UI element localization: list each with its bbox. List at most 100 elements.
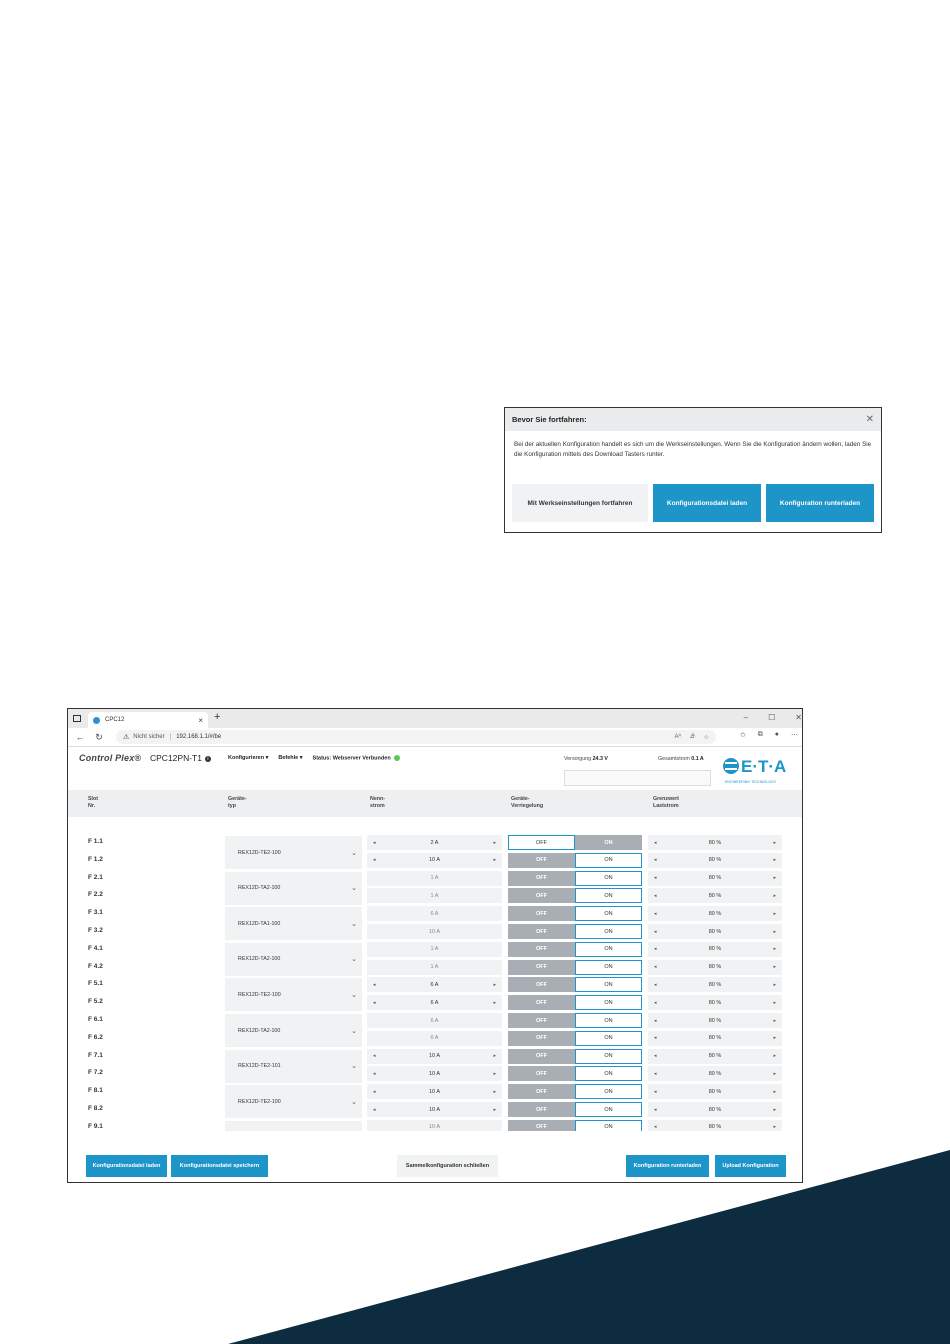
arrow-right-icon[interactable]: ▸ (493, 1071, 496, 1077)
arrow-left-icon[interactable]: ◂ (654, 1053, 657, 1059)
arrow-left-icon[interactable]: ◂ (373, 1053, 376, 1059)
device-type-select[interactable]: REX12D-TA2-100 ⌄ (225, 942, 362, 976)
lock-off-option[interactable]: OFF (508, 977, 575, 993)
chevron-down-icon[interactable]: ⌄ (351, 991, 357, 999)
arrow-right-icon[interactable]: ▸ (773, 929, 776, 935)
device-type-select[interactable]: REX12D-TE2-100 ⌄ (225, 978, 362, 1012)
arrow-right-icon[interactable]: ▸ (493, 1053, 496, 1059)
rated-current-stepper[interactable]: ◂ 10 A ▸ (367, 1084, 502, 1100)
lock-off-option[interactable]: OFF (508, 870, 575, 886)
arrow-left-icon[interactable]: ◂ (373, 857, 376, 863)
device-type-select[interactable]: REX12D-TA2-100 ⌄ (225, 871, 362, 905)
arrow-left-icon[interactable]: ◂ (654, 964, 657, 970)
arrow-right-icon[interactable]: ▸ (773, 1124, 776, 1130)
arrow-right-icon[interactable]: ▸ (773, 893, 776, 899)
device-lock-toggle[interactable]: OFF ON (508, 1030, 642, 1046)
arrow-left-icon[interactable]: ◂ (373, 1089, 376, 1095)
window-close-icon[interactable]: ✕ (795, 713, 802, 722)
device-lock-toggle[interactable]: OFF ON (508, 995, 642, 1011)
arrow-right-icon[interactable]: ▸ (773, 911, 776, 917)
rated-current-stepper[interactable]: ◂ 10 A ▸ (367, 1102, 502, 1117)
arrow-right-icon[interactable]: ▸ (773, 1089, 776, 1095)
lock-on-option[interactable]: ON (575, 995, 642, 1011)
lock-off-option[interactable]: OFF (508, 1066, 575, 1082)
rated-current-stepper[interactable]: ◂ 10 A ▸ (367, 1048, 502, 1064)
chevron-down-icon[interactable]: ⌄ (351, 884, 357, 892)
arrow-right-icon[interactable]: ▸ (773, 1107, 776, 1113)
load-limit-stepper[interactable]: ◂ 80 % ▸ (648, 835, 782, 850)
tab-actions-icon[interactable] (73, 715, 81, 722)
load-limit-stepper[interactable]: ◂ 80 % ▸ (648, 1084, 782, 1100)
factory-settings-button[interactable]: Mit Werkseinstellungen fortfahren (512, 484, 648, 522)
chevron-down-icon[interactable]: ⌄ (351, 1062, 357, 1070)
load-limit-stepper[interactable]: ◂ 80 % ▸ (648, 1119, 782, 1131)
device-lock-toggle[interactable]: OFF ON (508, 906, 642, 922)
url-field[interactable]: ⚠ Nicht sicher | 192.168.1.1/#/be Aᴬ Ꭿ ☆ (116, 730, 716, 744)
menu-commands[interactable]: Befehle ▾ (278, 755, 302, 761)
arrow-right-icon[interactable]: ▸ (773, 857, 776, 863)
load-config-file-button[interactable]: Konfigurationsdatei laden (86, 1155, 167, 1177)
rated-current-stepper[interactable]: ◂ 10 A ▸ (367, 1066, 502, 1082)
lock-on-option[interactable]: ON (575, 888, 642, 904)
save-config-file-button[interactable]: Konfigurationsdatei speichern (171, 1155, 268, 1177)
device-type-select[interactable]: REX12D-TA2-100 ⌄ (225, 1014, 362, 1047)
device-lock-toggle[interactable]: OFF ON (508, 1013, 642, 1028)
load-limit-stepper[interactable]: ◂ 80 % ▸ (648, 870, 782, 886)
lock-off-option[interactable]: OFF (508, 924, 575, 939)
arrow-left-icon[interactable]: ◂ (654, 946, 657, 952)
device-lock-toggle[interactable]: OFF ON (508, 852, 642, 868)
chevron-down-icon[interactable]: ⌄ (351, 1027, 357, 1035)
lock-on-option[interactable]: ON (575, 906, 642, 922)
arrow-left-icon[interactable]: ◂ (654, 911, 657, 917)
menu-configure[interactable]: Konfigurieren ▾ (228, 755, 268, 761)
arrow-left-icon[interactable]: ◂ (654, 893, 657, 899)
rated-current-stepper[interactable]: ◂ 6 A ▸ (367, 995, 502, 1011)
lock-off-option[interactable]: OFF (508, 959, 575, 975)
lock-off-option[interactable]: OFF (508, 941, 575, 957)
more-icon[interactable]: ⋯ (791, 731, 798, 739)
load-limit-stepper[interactable]: ◂ 80 % ▸ (648, 1102, 782, 1117)
load-limit-stepper[interactable]: ◂ 80 % ▸ (648, 1030, 782, 1046)
load-limit-stepper[interactable]: ◂ 80 % ▸ (648, 977, 782, 993)
arrow-right-icon[interactable]: ▸ (493, 840, 496, 846)
lock-on-option[interactable]: ON (575, 977, 642, 993)
load-limit-stepper[interactable]: ◂ 80 % ▸ (648, 924, 782, 939)
load-limit-stepper[interactable]: ◂ 80 % ▸ (648, 1066, 782, 1082)
lock-on-option[interactable]: ON (575, 1119, 642, 1131)
chevron-down-icon[interactable]: ⌄ (351, 1098, 357, 1106)
rated-current-stepper[interactable]: ◂ 6 A ▸ (367, 977, 502, 993)
arrow-left-icon[interactable]: ◂ (654, 982, 657, 988)
lock-off-option[interactable]: OFF (508, 1048, 575, 1064)
arrow-right-icon[interactable]: ▸ (773, 964, 776, 970)
lock-off-option[interactable]: OFF (508, 1084, 575, 1100)
arrow-left-icon[interactable]: ◂ (654, 1035, 657, 1041)
arrow-left-icon[interactable]: ◂ (654, 1107, 657, 1113)
lock-on-option[interactable]: ON (575, 1048, 642, 1064)
device-type-select[interactable]: REX12D-TE2-100 ⌄ (225, 1085, 362, 1119)
lock-on-option[interactable]: ON (575, 1102, 642, 1117)
arrow-right-icon[interactable]: ▸ (773, 1035, 776, 1041)
arrow-left-icon[interactable]: ◂ (654, 1124, 657, 1130)
close-batch-config-button[interactable]: Sammelkonfiguration schließen (397, 1155, 498, 1177)
arrow-left-icon[interactable]: ◂ (373, 1000, 376, 1006)
upload-config-button[interactable]: Upload Konfiguration (715, 1155, 786, 1177)
arrow-left-icon[interactable]: ◂ (654, 857, 657, 863)
back-icon[interactable]: ← (74, 732, 86, 742)
refresh-icon[interactable]: ↻ (93, 732, 105, 743)
arrow-right-icon[interactable]: ▸ (773, 840, 776, 846)
lock-on-option[interactable]: ON (575, 941, 642, 957)
browser-tab[interactable]: CPC12 × (88, 712, 208, 728)
lock-on-option[interactable]: ON (575, 924, 642, 939)
rated-current-stepper[interactable]: ◂ 10 A ▸ (367, 852, 502, 868)
lock-off-option[interactable]: OFF (508, 995, 575, 1011)
arrow-right-icon[interactable]: ▸ (493, 857, 496, 863)
load-config-file-button[interactable]: Konfigurationsdatei laden (653, 484, 761, 522)
download-config-button[interactable]: Konfiguration runterladen (626, 1155, 709, 1177)
read-aloud-icon[interactable]: Aᴬ (675, 734, 682, 741)
lock-on-option[interactable]: ON (575, 1066, 642, 1082)
collections-icon[interactable]: ⧉ (758, 731, 763, 739)
device-lock-toggle[interactable]: OFF ON (508, 924, 642, 939)
lock-on-option[interactable]: ON (575, 959, 642, 975)
favorite-icon[interactable]: ☆ (704, 734, 709, 741)
device-lock-toggle[interactable]: OFF ON (508, 1084, 642, 1100)
